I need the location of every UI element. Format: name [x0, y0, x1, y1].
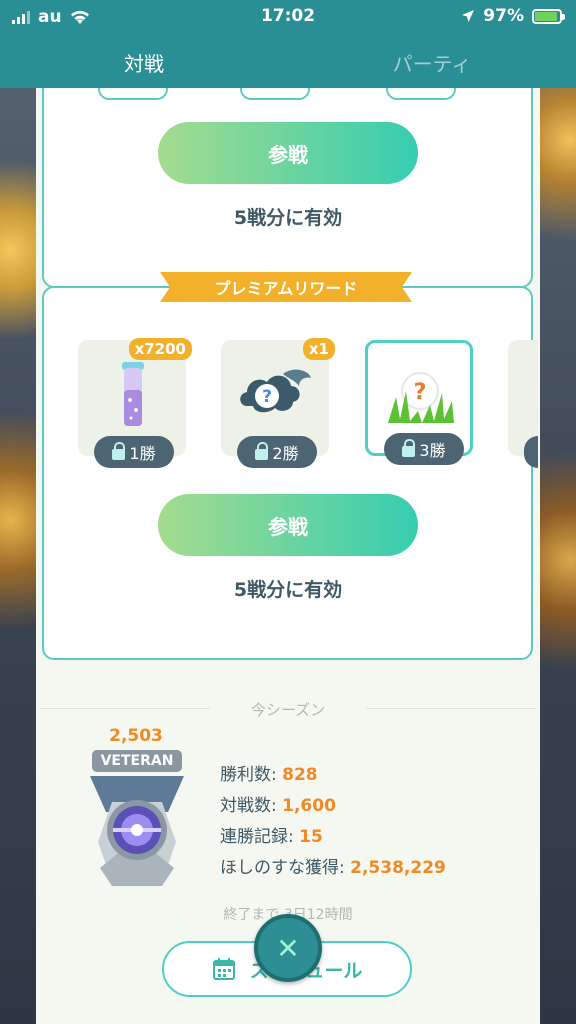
tab-battle[interactable]: 対戦: [0, 48, 288, 77]
premium-join-button[interactable]: 参戦: [158, 494, 418, 556]
premium-valid-battles-text: 5戦分に有効: [233, 579, 343, 601]
calendar-icon: [212, 958, 235, 980]
stat-wins: 勝利数: 828: [220, 765, 318, 785]
mystery-grass-encounter-icon: ?: [388, 372, 454, 423]
lock-label: 3勝: [419, 441, 446, 460]
reward-item-1[interactable]: x7200 1勝: [78, 338, 192, 468]
reward-count: x1: [302, 338, 335, 360]
lock-badge: 3勝: [384, 433, 464, 465]
season-label: 今シーズン: [250, 701, 326, 719]
reward-item-4-partial[interactable]: [508, 340, 538, 468]
stat-battles: 対戦数: 1,600: [220, 796, 336, 816]
lock-label: 1勝: [129, 444, 156, 463]
lock-label: 2勝: [272, 444, 299, 463]
stardust-icon: [122, 362, 144, 426]
location-arrow-icon: [462, 10, 475, 22]
join-button[interactable]: 参戦: [158, 122, 418, 184]
season-stats: 勝利数: 828 対戦数: 1,600 連勝記録: 15 ほしのすな獲得: 2,…: [220, 760, 446, 884]
stat-stardust: ほしのすな獲得: 2,538,229: [220, 858, 446, 878]
lock-badge: 2勝: [237, 436, 317, 468]
premium-reward-ribbon: プレミアムリワード: [160, 272, 412, 302]
mystery-cloud-icon: ?: [240, 369, 311, 413]
lock-icon: [255, 441, 269, 460]
lock-badge: 1勝: [94, 436, 174, 468]
battery-icon: [532, 8, 565, 24]
rank-label: VETERAN: [92, 750, 182, 772]
tab-bar: 対戦 パーティ: [0, 44, 576, 88]
status-bar: au 17:02 97%: [0, 0, 576, 34]
valid-battles-text: 5戦分に有効: [233, 207, 343, 229]
battery-percent: 97%: [483, 6, 524, 26]
veteran-rank-badge-icon: [90, 776, 184, 886]
stat-streak: 連勝記録: 15: [220, 827, 323, 847]
reward-item-3[interactable]: ? 3勝: [365, 340, 473, 465]
reward-count: x7200: [128, 338, 192, 360]
svg-text:?: ?: [414, 380, 427, 405]
svg-text:?: ?: [262, 387, 272, 407]
lock-icon: [112, 441, 126, 460]
rating-value: 2,503: [109, 726, 163, 746]
close-button[interactable]: ✕: [254, 914, 322, 982]
header: au 17:02 97% 対戦 パーティ: [0, 0, 576, 88]
tab-party[interactable]: パーティ: [288, 48, 576, 77]
lock-icon: [402, 438, 416, 457]
close-icon: ✕: [276, 931, 300, 965]
reward-item-2[interactable]: x1 ? 2勝: [221, 338, 335, 468]
